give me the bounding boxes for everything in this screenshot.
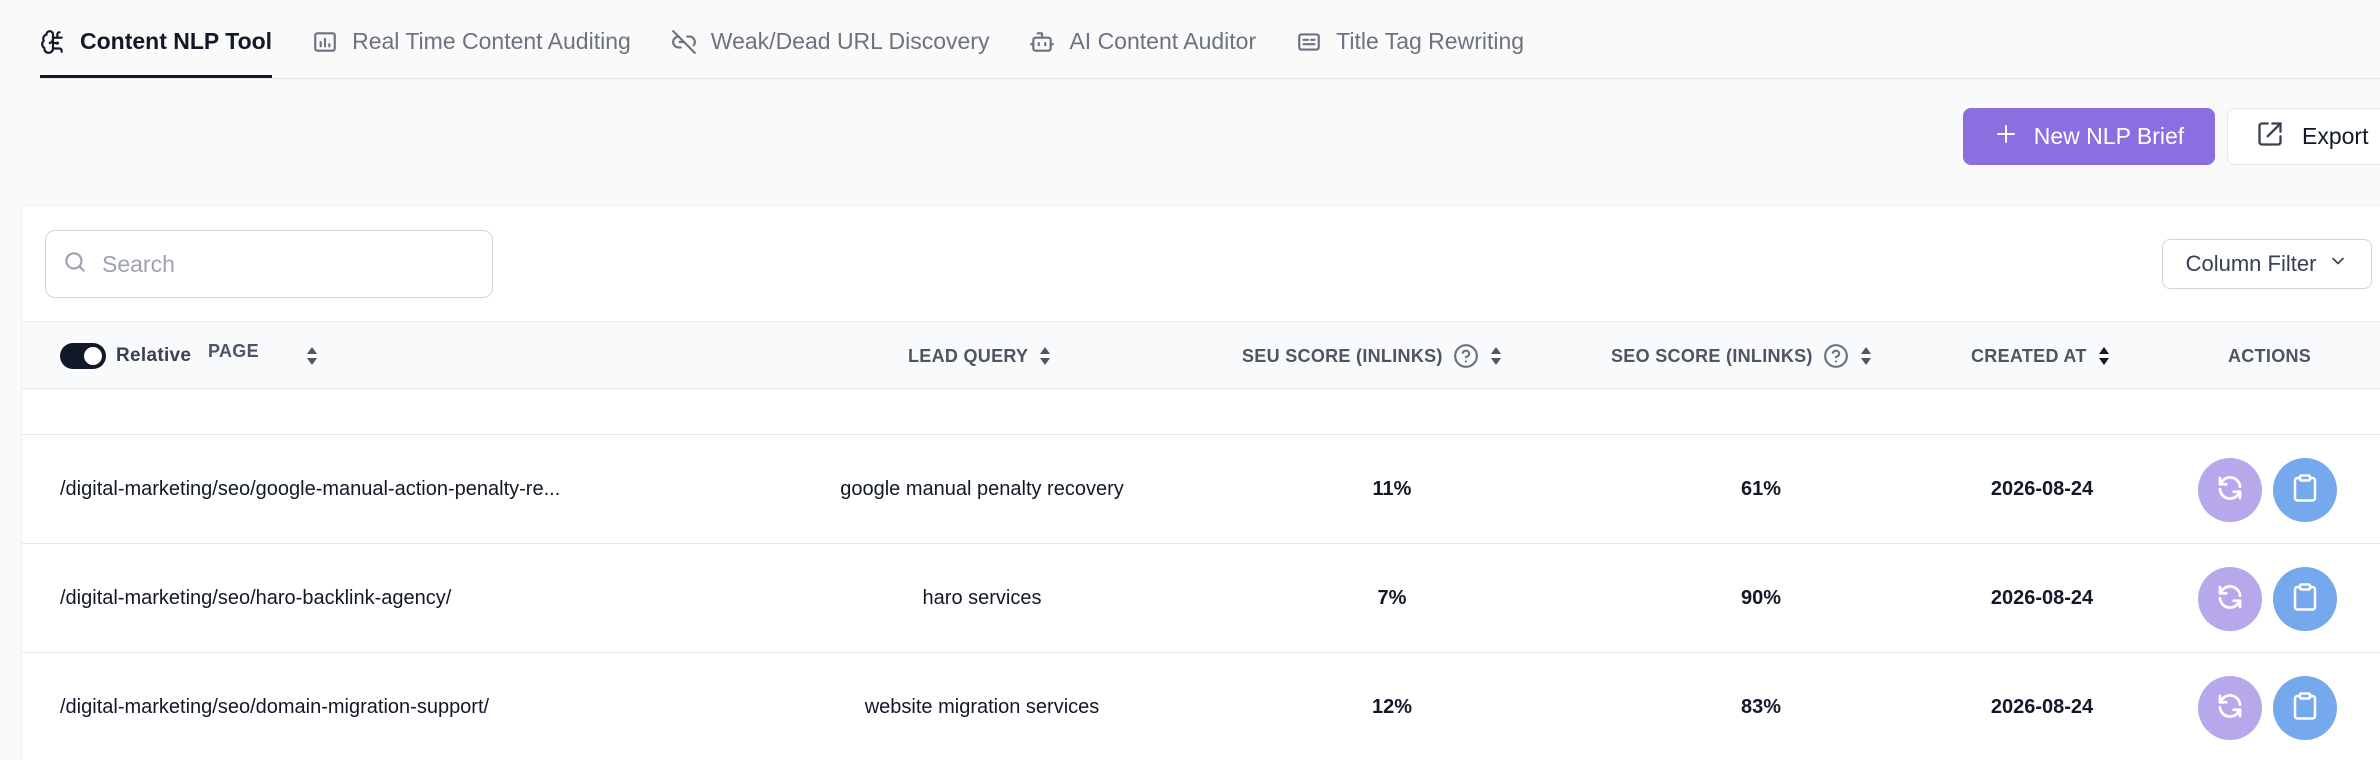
header-page[interactable]: PAGE xyxy=(208,317,259,385)
actions-cell xyxy=(2198,653,2337,760)
seo-score-cell: 83% xyxy=(1740,696,1782,718)
tab-title-tag-rewriting[interactable]: Title Tag Rewriting xyxy=(1296,0,1524,78)
header-seo-score-label: SEO SCORE (INLINKS) xyxy=(1611,345,1813,366)
actions-cell xyxy=(2198,435,2337,544)
table-row[interactable]: /digital-marketing/seo/google-manual-act… xyxy=(22,435,2380,544)
external-link-icon xyxy=(2256,120,2284,154)
lead-query-cell: haro services xyxy=(922,587,1042,609)
clipboard-icon xyxy=(2290,473,2320,506)
refresh-button[interactable] xyxy=(2198,566,2262,631)
title-card-icon xyxy=(1296,29,1322,55)
refresh-icon xyxy=(2215,582,2245,615)
page-cell[interactable]: /digital-marketing/seo/google-manual-act… xyxy=(60,435,560,544)
refresh-icon xyxy=(2215,473,2245,506)
sort-page-icon[interactable] xyxy=(305,322,319,390)
header-seu-score[interactable]: SEU SCORE (INLINKS) xyxy=(1242,322,1503,390)
clipboard-icon xyxy=(2290,691,2320,724)
help-circle-icon[interactable] xyxy=(1453,343,1479,369)
actions-cell xyxy=(2198,544,2337,653)
tab-label: Title Tag Rewriting xyxy=(1336,28,1525,54)
brain-icon xyxy=(40,29,66,55)
column-filter-button[interactable]: Column Filter xyxy=(2162,239,2372,289)
header-lead-query[interactable]: LEAD QUERY xyxy=(908,322,1052,390)
page-cell[interactable]: /digital-marketing/seo/domain-migration-… xyxy=(60,653,489,760)
export-button[interactable]: Export xyxy=(2227,108,2380,165)
header-created-at-label: CREATED AT xyxy=(1971,345,2087,366)
clipboard-button[interactable] xyxy=(2273,675,2337,740)
clipboard-button[interactable] xyxy=(2273,566,2337,631)
seu-score-cell: 11% xyxy=(1372,478,1412,500)
table-header: Relative PAGE LEAD QUERY SEU SCORE (INLI… xyxy=(22,321,2380,389)
tab-real-time-content-auditing[interactable]: Real Time Content Auditing xyxy=(312,0,631,78)
seo-score-cell: 61% xyxy=(1740,478,1782,500)
tab-label: Real Time Content Auditing xyxy=(352,28,631,54)
created-at-cell: 2026-08-24 xyxy=(1990,478,2094,500)
page-cell[interactable]: /digital-marketing/seo/haro-backlink-age… xyxy=(60,544,451,653)
created-at-cell: 2026-08-24 xyxy=(1990,696,2094,718)
chevron-down-icon xyxy=(2328,251,2348,277)
header-seo-score[interactable]: SEO SCORE (INLINKS) xyxy=(1611,322,1873,390)
header-page-label: PAGE xyxy=(208,340,259,361)
sort-icon xyxy=(1038,345,1052,367)
tab-label: Content NLP Tool xyxy=(80,28,273,54)
help-circle-icon[interactable] xyxy=(1823,343,1849,369)
seu-score-cell: 12% xyxy=(1371,696,1413,718)
relative-toggle[interactable] xyxy=(60,343,106,369)
created-at-cell: 2026-08-24 xyxy=(1990,587,2094,609)
robot-icon xyxy=(1029,29,1055,55)
chart-icon xyxy=(312,29,338,55)
tab-bar: Content NLP Tool Real Time Content Audit… xyxy=(40,0,2380,79)
table-row[interactable]: /digital-marketing/seo/haro-backlink-age… xyxy=(22,544,2380,653)
new-nlp-brief-label: New NLP Brief xyxy=(2033,123,2185,149)
lead-query-cell: website migration services xyxy=(864,696,1100,718)
relative-label: Relative xyxy=(116,345,192,366)
table-spacer xyxy=(22,389,2380,435)
tab-ai-content-auditor[interactable]: AI Content Auditor xyxy=(1029,0,1256,78)
tab-weak-dead-url-discovery[interactable]: Weak/Dead URL Discovery xyxy=(671,0,990,78)
tab-content-nlp-tool[interactable]: Content NLP Tool xyxy=(40,0,273,78)
tab-label: Weak/Dead URL Discovery xyxy=(710,28,990,54)
header-actions: ACTIONS xyxy=(2228,322,2311,390)
search-icon xyxy=(62,249,88,280)
search-box xyxy=(45,230,493,298)
tab-label: AI Content Auditor xyxy=(1069,28,1257,54)
column-filter-label: Column Filter xyxy=(2185,251,2317,276)
refresh-icon xyxy=(2215,691,2245,724)
export-label: Export xyxy=(2302,123,2369,149)
relative-toggle-group: Relative xyxy=(60,322,191,390)
briefs-table-card: Column Filter Relative PAGE LEAD QUERY S… xyxy=(21,205,2380,760)
header-created-at[interactable]: CREATED AT xyxy=(1971,322,2111,390)
clipboard-button[interactable] xyxy=(2273,457,2337,522)
seu-score-cell: 7% xyxy=(1377,587,1407,609)
header-lead-query-label: LEAD QUERY xyxy=(908,345,1029,366)
refresh-button[interactable] xyxy=(2198,675,2262,740)
sort-icon xyxy=(2097,345,2111,367)
broken-link-icon xyxy=(671,29,697,55)
lead-query-cell: google manual penalty recovery xyxy=(840,478,1124,500)
refresh-button[interactable] xyxy=(2198,457,2262,522)
sort-icon xyxy=(1859,345,1873,367)
plus-icon xyxy=(1994,122,2018,152)
header-actions-label: ACTIONS xyxy=(2228,345,2312,366)
sort-icon xyxy=(1489,345,1503,367)
seo-score-cell: 90% xyxy=(1740,587,1782,609)
clipboard-icon xyxy=(2290,582,2320,615)
search-input[interactable] xyxy=(102,250,482,278)
new-nlp-brief-button[interactable]: New NLP Brief xyxy=(1963,108,2215,165)
table-row[interactable]: /digital-marketing/seo/domain-migration-… xyxy=(22,653,2380,760)
header-seu-score-label: SEU SCORE (INLINKS) xyxy=(1242,345,1443,366)
